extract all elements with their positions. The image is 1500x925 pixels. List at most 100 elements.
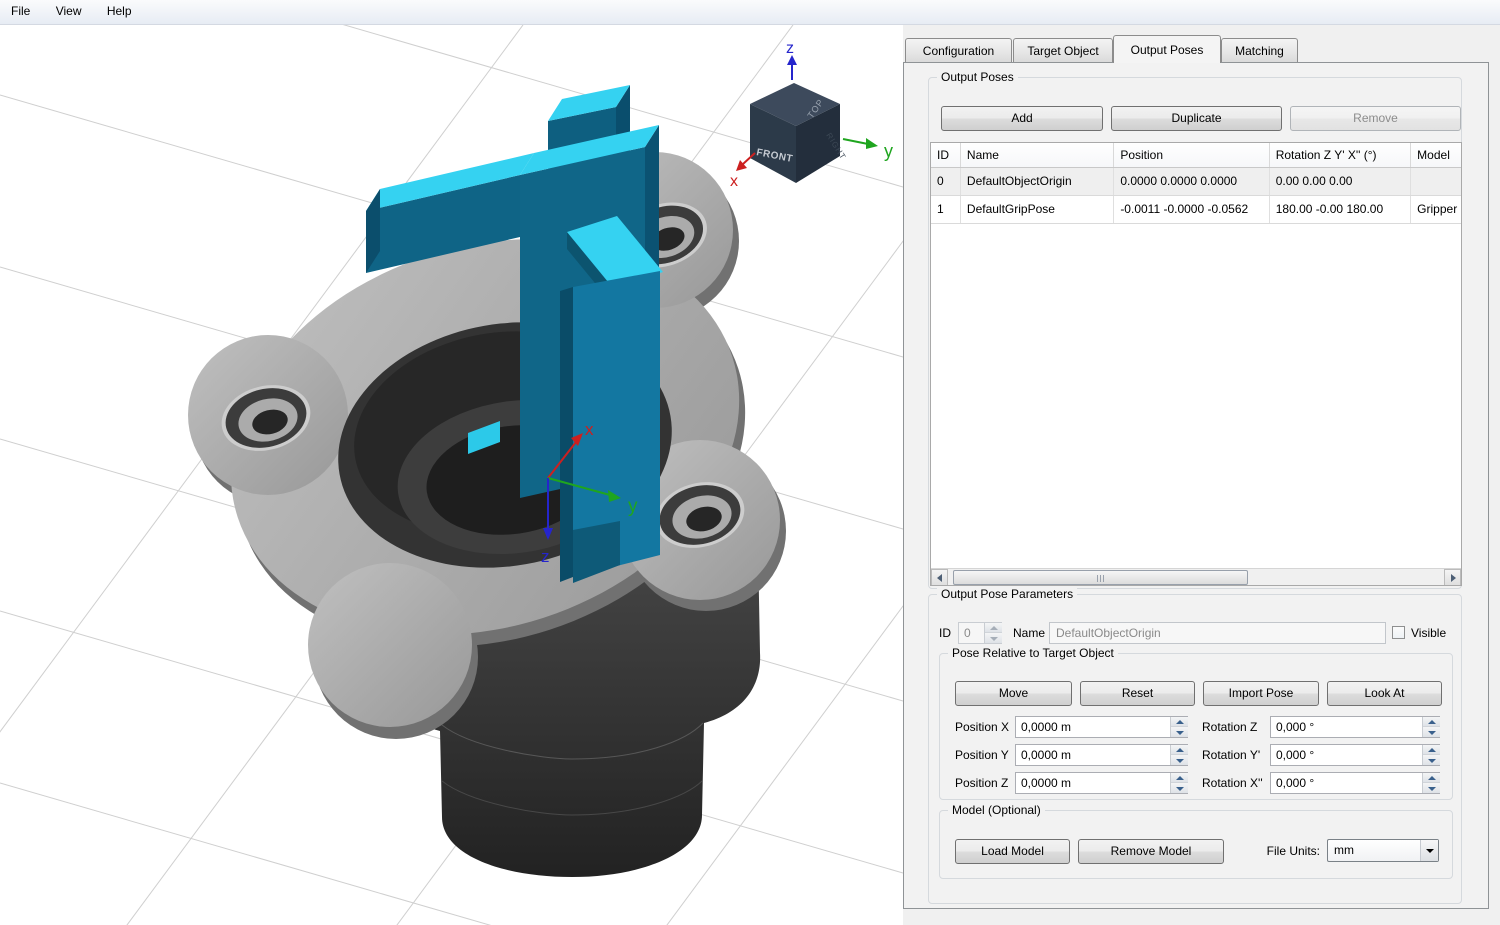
file-units-value: mm	[1334, 843, 1354, 857]
cube-z-label: z	[786, 40, 794, 57]
spin-up-icon[interactable]	[1171, 745, 1188, 755]
spin-down-icon[interactable]	[985, 633, 1002, 643]
tab-configuration[interactable]: Configuration	[905, 38, 1012, 63]
col-position[interactable]: Position	[1114, 143, 1269, 167]
col-rotation[interactable]: Rotation Z Y' X'' (°)	[1270, 143, 1411, 167]
rotation-y-field[interactable]: 0,000 °	[1270, 744, 1440, 766]
id-value: 0	[964, 623, 971, 643]
cell-id: 1	[931, 196, 961, 223]
rotation-x-label: Rotation X''	[1202, 772, 1263, 794]
scrollbar-thumb[interactable]	[953, 570, 1248, 585]
spin-up-icon[interactable]	[1171, 773, 1188, 783]
thumb-grip-icon	[1097, 575, 1105, 582]
tab-output-poses[interactable]: Output Poses	[1113, 35, 1221, 63]
file-units-dropdown[interactable]: mm	[1327, 839, 1439, 862]
menu-view[interactable]: View	[45, 0, 93, 25]
z-axis-label: z	[541, 547, 550, 566]
y-axis-label: y	[628, 496, 638, 517]
rotation-z-label: Rotation Z	[1202, 716, 1257, 738]
spin-up-icon[interactable]	[1423, 745, 1440, 755]
tab-target-object[interactable]: Target Object	[1013, 38, 1113, 63]
cell-rotation: 0.00 0.00 0.00	[1270, 168, 1411, 195]
table-row[interactable]: 0 DefaultObjectOrigin 0.0000 0.0000 0.00…	[931, 168, 1461, 196]
import-pose-button[interactable]: Import Pose	[1203, 681, 1319, 706]
right-panel: Configuration Target Object Output Poses…	[903, 25, 1500, 925]
3d-scene: x y z TOP FRONT RIGHT z y x	[0, 25, 903, 925]
col-model[interactable]: Model	[1411, 143, 1461, 167]
spin-up-icon[interactable]	[1171, 717, 1188, 727]
position-y-label: Position Y	[955, 744, 1009, 766]
scroll-right-icon[interactable]	[1444, 569, 1461, 586]
look-at-button[interactable]: Look At	[1327, 681, 1442, 706]
cube-y-label: y	[884, 141, 893, 161]
duplicate-button[interactable]: Duplicate	[1111, 106, 1282, 131]
spin-down-icon[interactable]	[1423, 783, 1440, 793]
position-x-label: Position X	[955, 716, 1009, 738]
rotation-x-field[interactable]: 0,000 °	[1270, 772, 1440, 794]
x-axis-label: x	[585, 420, 594, 439]
position-x-value: 0,0000 m	[1021, 717, 1071, 737]
spin-down-icon[interactable]	[1171, 755, 1188, 765]
position-y-value: 0,0000 m	[1021, 745, 1071, 765]
spin-up-icon[interactable]	[1423, 717, 1440, 727]
spin-up-icon[interactable]	[985, 623, 1002, 633]
cell-position: 0.0000 0.0000 0.0000	[1114, 168, 1269, 195]
horizontal-scrollbar[interactable]	[931, 568, 1461, 585]
output-pose-parameters-title: Output Pose Parameters	[937, 587, 1077, 601]
cell-position: -0.0011 -0.0000 -0.0562	[1114, 196, 1269, 223]
spin-up-icon[interactable]	[1423, 773, 1440, 783]
id-label: ID	[939, 622, 951, 644]
visible-label: Visible	[1411, 622, 1446, 644]
col-id[interactable]: ID	[931, 143, 961, 167]
reset-button[interactable]: Reset	[1080, 681, 1195, 706]
poses-table-header: ID Name Position Rotation Z Y' X'' (°) M…	[931, 143, 1461, 168]
cell-name: DefaultGripPose	[961, 196, 1114, 223]
dropdown-arrow-icon[interactable]	[1420, 840, 1438, 861]
rotation-z-value: 0,000 °	[1276, 717, 1314, 737]
menu-file[interactable]: File	[0, 0, 41, 25]
spin-down-icon[interactable]	[1171, 727, 1188, 737]
model-optional-group: Model (Optional) Load Model Remove Model…	[939, 810, 1453, 879]
poses-table[interactable]: ID Name Position Rotation Z Y' X'' (°) M…	[930, 142, 1462, 586]
table-row[interactable]: 1 DefaultGripPose -0.0011 -0.0000 -0.056…	[931, 196, 1461, 224]
position-x-field[interactable]: 0,0000 m	[1015, 716, 1188, 738]
tab-matching[interactable]: Matching	[1221, 38, 1298, 63]
cell-model: Gripper	[1411, 196, 1461, 223]
position-z-label: Position Z	[955, 772, 1008, 794]
remove-button[interactable]: Remove	[1290, 106, 1461, 131]
position-z-value: 0,0000 m	[1021, 773, 1071, 793]
viewport-3d[interactable]: x y z TOP FRONT RIGHT z y x	[0, 25, 903, 925]
rotation-z-field[interactable]: 0,000 °	[1270, 716, 1440, 738]
name-field[interactable]: DefaultObjectOrigin	[1049, 622, 1386, 644]
output-poses-tab-page: Output Poses Add Duplicate Remove ID Nam…	[903, 62, 1489, 909]
rotation-y-label: Rotation Y'	[1202, 744, 1260, 766]
scroll-left-icon[interactable]	[931, 569, 948, 586]
output-poses-group: Output Poses Add Duplicate Remove ID Nam…	[928, 77, 1462, 589]
col-name[interactable]: Name	[961, 143, 1114, 167]
menu-help[interactable]: Help	[96, 0, 143, 25]
visible-checkbox[interactable]	[1392, 626, 1405, 639]
add-button[interactable]: Add	[941, 106, 1103, 131]
output-pose-parameters-group: Output Pose Parameters ID 0 Name Default…	[928, 594, 1462, 904]
file-units-label: File Units:	[1240, 840, 1320, 862]
cell-model	[1411, 168, 1461, 195]
rotation-x-value: 0,000 °	[1276, 773, 1314, 793]
spin-down-icon[interactable]	[1171, 783, 1188, 793]
spin-down-icon[interactable]	[1423, 755, 1440, 765]
position-z-field[interactable]: 0,0000 m	[1015, 772, 1188, 794]
cell-id: 0	[931, 168, 961, 195]
pose-relative-group: Pose Relative to Target Object Move Rese…	[939, 653, 1453, 800]
load-model-button[interactable]: Load Model	[955, 839, 1070, 864]
rotation-y-value: 0,000 °	[1276, 745, 1314, 765]
id-spinner[interactable]: 0	[958, 622, 1002, 644]
cube-x-label: x	[730, 173, 738, 190]
cell-name: DefaultObjectOrigin	[961, 168, 1114, 195]
orientation-cube[interactable]: TOP FRONT RIGHT z y x	[730, 40, 893, 190]
name-label: Name	[1013, 622, 1045, 644]
remove-model-button[interactable]: Remove Model	[1078, 839, 1224, 864]
spin-down-icon[interactable]	[1423, 727, 1440, 737]
cell-rotation: 180.00 -0.00 180.00	[1270, 196, 1411, 223]
move-button[interactable]: Move	[955, 681, 1072, 706]
position-y-field[interactable]: 0,0000 m	[1015, 744, 1188, 766]
pose-relative-title: Pose Relative to Target Object	[948, 646, 1118, 660]
